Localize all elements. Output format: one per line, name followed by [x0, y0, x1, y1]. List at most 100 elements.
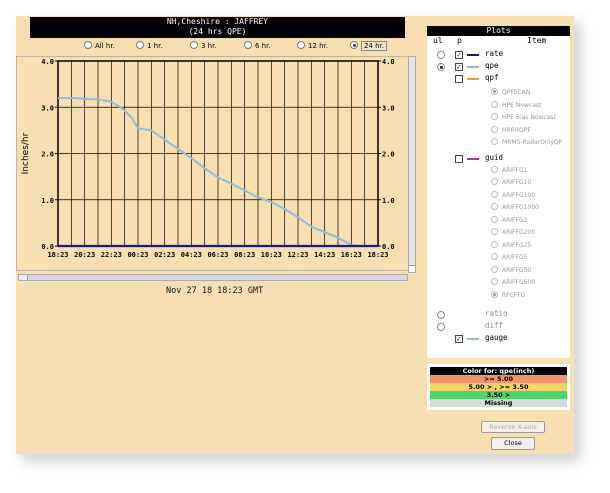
sub-item-radio[interactable]	[491, 290, 498, 298]
sub-item-radio[interactable]	[491, 265, 498, 273]
sub-item-radio[interactable]	[491, 278, 498, 285]
sub-item-hpe nowcast[interactable]: HPE Nowcast	[491, 100, 541, 113]
sub-item-radio[interactable]	[491, 138, 498, 145]
sub-item-ariffg1000[interactable]: ARIFFG1000	[491, 203, 539, 215]
sub-item-label: QPFSCAN	[502, 89, 531, 96]
plot-item-label: rate	[485, 49, 504, 58]
y-tick-label-left: 0.0	[41, 243, 54, 251]
sub-item-ariffg5[interactable]: ARIFFG5	[491, 253, 527, 265]
y-tick-label-right: 3.0	[382, 104, 395, 112]
x-tick-label: 02:23	[154, 251, 175, 259]
sub-item-radio[interactable]	[491, 253, 498, 260]
sub-item-ariffg500[interactable]: ARIFFG500	[491, 278, 535, 290]
y-tick-label-right: 0.0	[382, 243, 395, 251]
sub-item-qpfscan[interactable]: QPFSCAN	[491, 88, 530, 100]
plot-checkbox[interactable]	[455, 154, 463, 163]
radio-dot-icon[interactable]	[244, 41, 252, 49]
sub-item-ariffg200[interactable]: ARIFFG200	[491, 228, 535, 240]
x-tick-label: 18:23	[367, 251, 388, 259]
plot-checkbox[interactable]: ✓	[455, 63, 463, 71]
sub-item-ariffg2[interactable]: ARIFFG2	[491, 215, 528, 228]
y-axis-label: Inches/hr	[21, 132, 31, 174]
time-range-label: 1 hr.	[147, 42, 163, 50]
plot-checkbox[interactable]: ✓	[455, 335, 463, 343]
scroll-thumb[interactable]	[19, 275, 28, 280]
plot-ul-radio[interactable]	[437, 51, 445, 59]
radio-dot-icon[interactable]	[297, 41, 305, 49]
plot-item-label: diff	[485, 321, 504, 330]
time-range-label: All hr.	[95, 42, 115, 50]
reverse-x-axis-button[interactable]: Reverse X-axis	[481, 421, 545, 433]
plot-item-label: ratio	[485, 309, 508, 318]
time-range-radio[interactable]: 3 hr.	[190, 41, 217, 50]
sub-item-mrms-radaronlyqp[interactable]: MRMS-RadarOnlyQP	[491, 138, 562, 150]
legend-row: >= 5.00	[430, 375, 567, 383]
horizontal-scrollbar[interactable]	[18, 274, 408, 281]
legend-row: Missing	[430, 399, 567, 407]
radio-dot-icon[interactable]	[136, 41, 144, 49]
plot-checkbox[interactable]: ✓	[455, 51, 463, 59]
sub-item-radio[interactable]	[491, 165, 498, 173]
sub-item-label: ARIFFG200	[502, 229, 536, 236]
series-color-swatch	[467, 66, 479, 68]
time-range-radio[interactable]: All hr.	[84, 41, 115, 50]
time-range-label: 3 hr.	[201, 42, 217, 50]
sub-item-radio[interactable]	[491, 113, 498, 120]
sub-item-label: ARIFFG10	[502, 179, 532, 186]
sub-item-radio[interactable]	[491, 190, 498, 198]
sub-item-radio[interactable]	[491, 215, 498, 223]
x-tick-label: 08:23	[234, 251, 255, 259]
sub-item-label: ARIFFG25	[502, 241, 532, 249]
sub-item-radio[interactable]	[491, 203, 498, 210]
sub-item-ariffg100[interactable]: ARIFFG100	[491, 190, 535, 203]
radio-dot-icon[interactable]	[190, 41, 198, 49]
sub-item-radio[interactable]	[491, 228, 498, 235]
vertical-scrollbar[interactable]	[408, 56, 416, 273]
x-tick-label: 14:23	[314, 251, 335, 259]
sub-item-hrrrqpf[interactable]: HRRRQPF	[491, 125, 531, 138]
plot-item-qpe: ✓ qpe	[427, 61, 570, 73]
y-tick-label-left: 4.0	[41, 58, 54, 66]
sub-item-radio[interactable]	[491, 88, 498, 95]
sub-item-radio[interactable]	[491, 100, 498, 108]
plot-item-diff: diff	[427, 321, 570, 333]
sub-item-label: ARIFFG2	[502, 216, 528, 224]
radio-dot-icon[interactable]	[84, 41, 92, 49]
sub-item-ariffg10[interactable]: ARIFFG10	[491, 178, 531, 190]
x-tick-label: 16:23	[341, 251, 362, 259]
scroll-thumb[interactable]	[409, 265, 415, 272]
x-tick-label: 10:23	[261, 251, 282, 259]
color-legend: Color for: qpe(inch) >= 5.00 5.00 > , >= …	[427, 364, 570, 410]
sub-item-label: ARIFFG1000	[502, 204, 539, 211]
sub-item-ariffg1[interactable]: ARIFFG1	[491, 165, 527, 178]
time-range-radio[interactable]: 12 hr.	[297, 41, 328, 50]
plot-ul-radio[interactable]	[437, 311, 445, 319]
plot-ul-radio[interactable]	[437, 323, 445, 331]
sub-item-rfcffg[interactable]: RFCFFG	[491, 290, 525, 303]
x-tick-label: 20:23	[74, 251, 95, 259]
sub-item-label: ARIFFG500	[502, 279, 536, 286]
series-color-swatch	[467, 157, 479, 160]
sub-item-radio[interactable]	[491, 178, 498, 185]
time-range-radio[interactable]: 6 hr.	[244, 41, 271, 50]
sub-item-radio[interactable]	[491, 240, 498, 248]
plot-item-qpf: qpf	[427, 73, 570, 85]
radio-dot-icon[interactable]	[350, 41, 358, 49]
sub-item-hpe bias nowcast[interactable]: HPE Bias Nowcast	[491, 113, 556, 125]
plot-checkbox[interactable]	[455, 75, 463, 83]
time-range-radio[interactable]: 1 hr.	[136, 41, 163, 50]
legend-row: 5.00 > , >= 3.50	[430, 383, 567, 391]
sub-item-radio[interactable]	[491, 125, 498, 133]
sub-item-ariffg50[interactable]: ARIFFG50	[491, 265, 531, 278]
station-title: NH,Cheshire : JAFFREY (24 hrs QPE)	[30, 17, 405, 38]
sub-item-ariffg25[interactable]: ARIFFG25	[491, 240, 532, 253]
plot-ul-radio[interactable]	[437, 63, 445, 71]
close-button[interactable]: Close	[491, 437, 535, 450]
plot-item-guid: guid	[427, 153, 570, 165]
plot-item-label: guid	[485, 152, 504, 162]
time-range-radio[interactable]: 24 hr.	[350, 41, 388, 51]
plots-panel: Plots ul p Item ✓ rate ✓ qpe qpf QPFSCAN HPE N…	[427, 26, 570, 358]
sub-item-label: HPE Bias Nowcast	[502, 114, 556, 121]
plots-column-headers: ul p Item	[427, 36, 570, 47]
series-color-swatch	[467, 54, 479, 56]
